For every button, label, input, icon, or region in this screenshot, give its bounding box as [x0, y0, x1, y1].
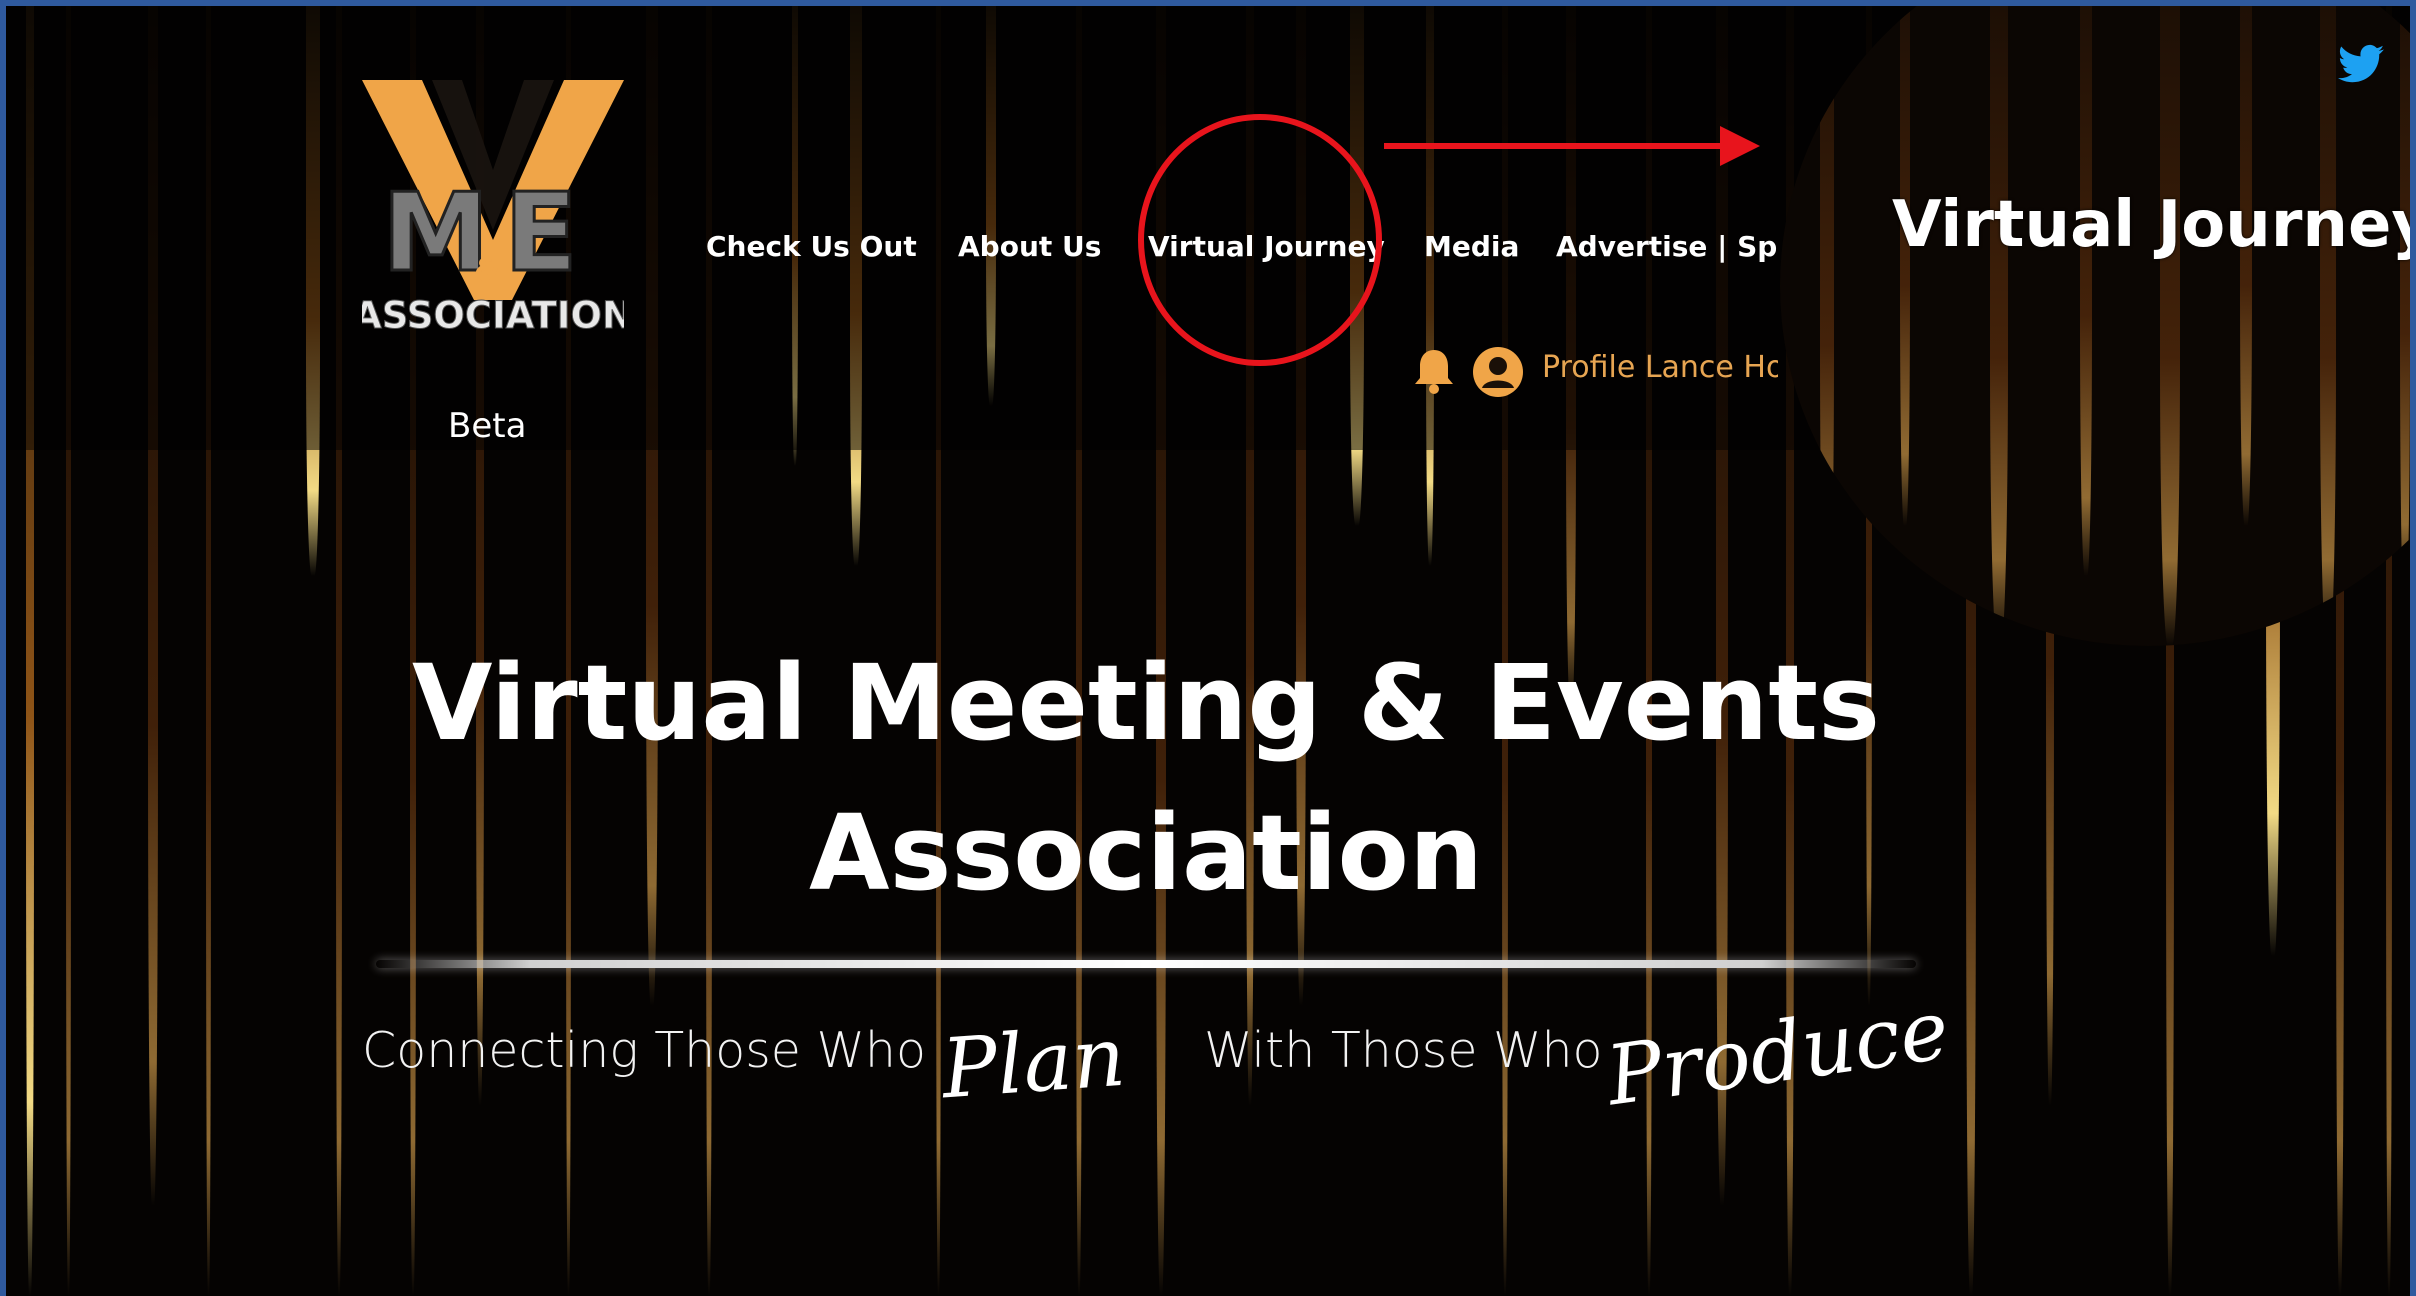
site-logo[interactable]: M E & ASSOCIATION [362, 70, 624, 332]
browser-viewport: M E & ASSOCIATION Check Us Out About Us … [6, 6, 2410, 1296]
hero-divider [376, 960, 1916, 968]
zoom-label-virtual-journey: Virtual Journey [1892, 188, 2410, 262]
light-streak [2240, 6, 2252, 526]
light-streak [1900, 6, 1910, 526]
hero-title-line-1: Virtual Meeting & Events [412, 642, 1880, 764]
tagline-plan-script: Plan [938, 1009, 1129, 1118]
tagline-with-those-who: With Those Who [1204, 1022, 1603, 1079]
profile-link[interactable]: Profile Lance Ho [1542, 350, 1778, 385]
tagline-connecting: Connecting Those Who [362, 1022, 926, 1079]
profile-link-clip: Profile Lance Ho [1542, 350, 1778, 394]
svg-text:E: E [504, 171, 578, 296]
nav-advertise-clip: Advertise | Spo [1556, 216, 1778, 276]
hero-title-line-2: Association [808, 792, 1484, 914]
light-streak [2320, 6, 2336, 646]
twitter-icon[interactable] [2338, 44, 2384, 84]
bell-icon[interactable] [1412, 346, 1456, 394]
nav-about-us[interactable]: About Us [958, 230, 1101, 263]
nav-media[interactable]: Media [1424, 230, 1519, 263]
logo-wordmark: ASSOCIATION [362, 294, 624, 332]
annotation-zoom-magnifier: Virtual Journey [1780, 6, 2410, 646]
tagline-produce-script: Produce [1601, 982, 1955, 1125]
nav-check-us-out[interactable]: Check Us Out [706, 230, 917, 263]
nav-advertise[interactable]: Advertise | Spo [1556, 230, 1778, 263]
annotation-highlight-circle [1138, 114, 1382, 366]
annotation-arrow [1384, 126, 1760, 166]
beta-label: Beta [448, 406, 527, 446]
user-avatar-icon[interactable] [1472, 346, 1524, 398]
light-streak [1820, 6, 1834, 626]
light-streak [2400, 6, 2410, 606]
light-streak [2160, 6, 2180, 646]
svg-text:&: & [474, 253, 500, 288]
light-streak [1990, 6, 2008, 646]
light-streak [2080, 6, 2092, 576]
